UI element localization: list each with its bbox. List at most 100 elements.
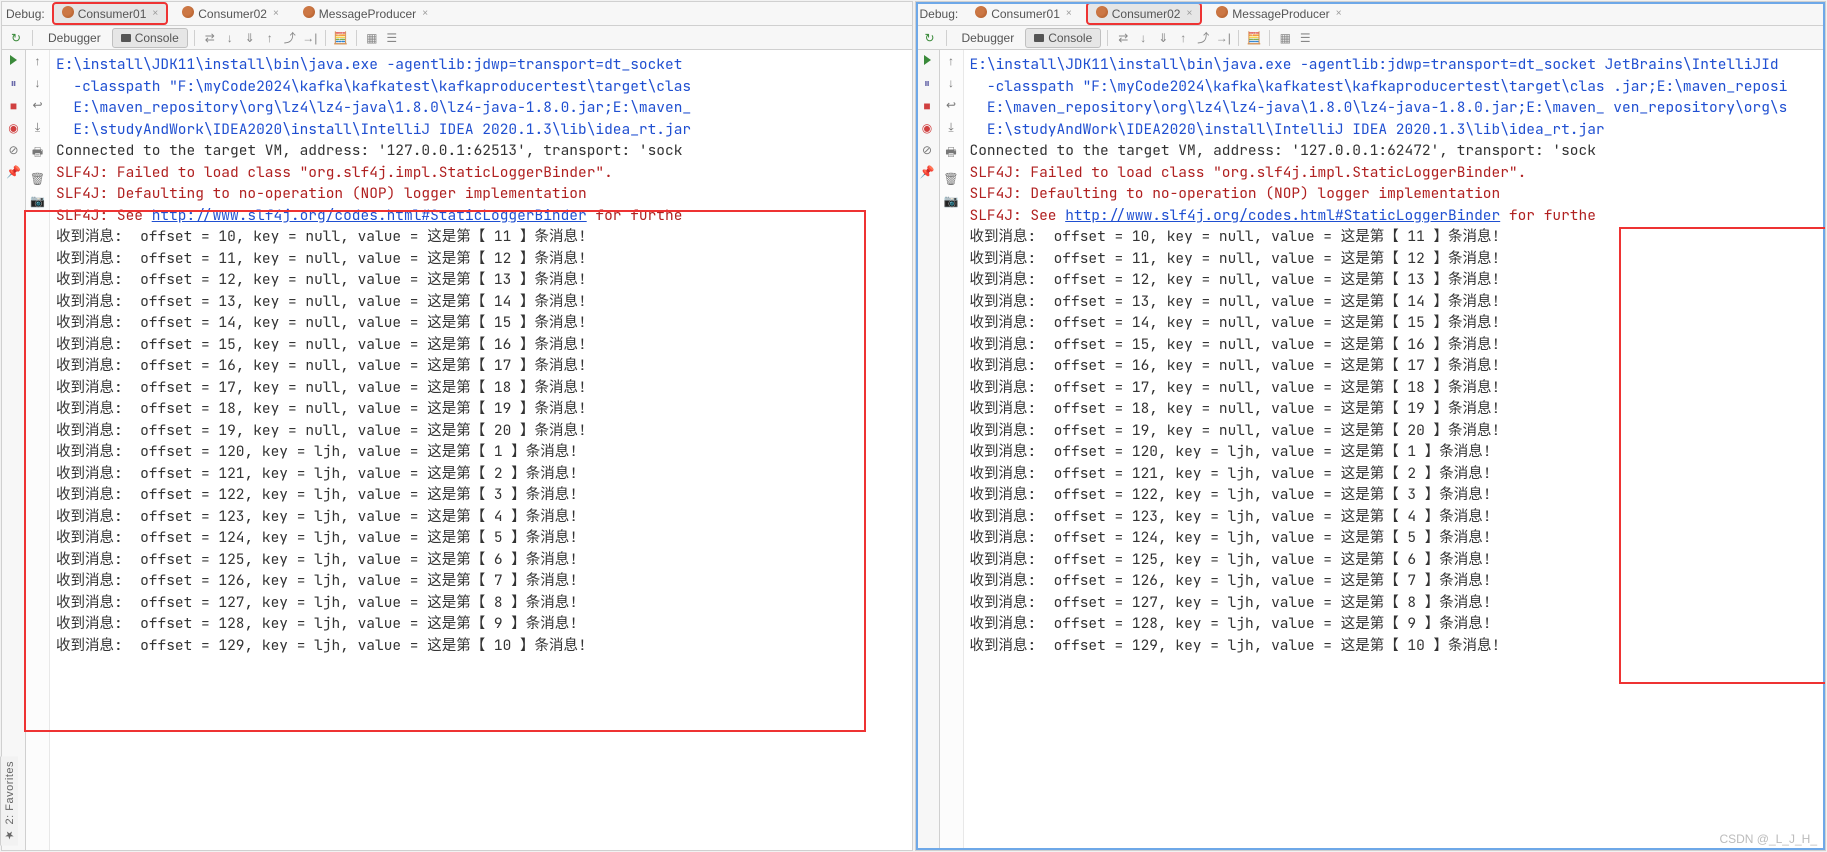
force-step-into-icon[interactable]: ⇓ <box>1154 31 1172 45</box>
force-step-into-icon[interactable]: ⇓ <box>241 31 259 45</box>
step-into-icon[interactable]: ↓ <box>221 31 239 45</box>
soft-wrap-icon[interactable]: ↩ <box>32 98 42 112</box>
debugger-tab-button[interactable]: Debugger <box>953 28 1024 48</box>
run-to-cursor-icon[interactable]: →| <box>301 31 319 45</box>
evaluate-expression-icon[interactable]: 🧮 <box>1245 31 1263 45</box>
resume-icon[interactable] <box>924 54 931 68</box>
pin-icon[interactable]: 📌 <box>920 165 935 179</box>
step-into-icon[interactable]: ↓ <box>1134 31 1152 45</box>
debug-tab-messageproducer[interactable]: MessageProducer × <box>294 3 437 24</box>
stop-icon[interactable]: ■ <box>923 99 930 113</box>
debug-toolbar: ⏸ ■ ◉ ⊘ 📌 <box>916 50 940 850</box>
watermark-label: CSDN @_L_J_H_ <box>1719 832 1817 846</box>
debug-tab-consumer01[interactable]: Consumer01 × <box>966 3 1081 24</box>
console-tab-button[interactable]: Console <box>112 28 188 48</box>
rerun-button[interactable]: ↻ <box>920 31 940 45</box>
pause-icon[interactable]: ⏸ <box>10 76 16 91</box>
debug-tab-label: Consumer02 <box>198 7 267 21</box>
scroll-up-icon[interactable]: ↑ <box>948 54 954 68</box>
console-message-line: 收到消息: offset = 14, key = null, value = 这… <box>970 312 1820 334</box>
clear-icon[interactable]: 🗑 <box>943 172 958 186</box>
view-breakpoints-icon[interactable]: ◉ <box>922 121 932 135</box>
settings-icon[interactable]: ☰ <box>1296 31 1314 45</box>
close-icon[interactable]: × <box>1066 8 1072 19</box>
console-message-line: 收到消息: offset = 121, key = ljh, value = 这… <box>970 463 1820 485</box>
debug-tab-label: Consumer01 <box>78 7 147 21</box>
scroll-down-icon[interactable]: ↓ <box>35 76 41 90</box>
rerun-button[interactable]: ↻ <box>6 31 26 45</box>
close-icon[interactable]: × <box>1186 8 1192 19</box>
clear-icon[interactable]: 🗑 <box>30 172 45 186</box>
step-out-icon[interactable]: ↑ <box>261 31 279 45</box>
java-icon <box>975 6 987 21</box>
step-out-icon[interactable]: ↑ <box>1174 31 1192 45</box>
console-message-line: 收到消息: offset = 17, key = null, value = 这… <box>970 377 1820 399</box>
debug-tab-consumer02[interactable]: Consumer02 × <box>173 3 288 24</box>
debug-pane-left: Debug: Consumer01 × Consumer02 × Message… <box>1 1 913 851</box>
scroll-to-end-icon[interactable]: ⤓ <box>35 120 40 135</box>
close-icon[interactable]: × <box>1336 8 1342 19</box>
close-icon[interactable]: × <box>273 8 279 19</box>
debug-tab-consumer01[interactable]: Consumer01 × <box>53 3 168 24</box>
step-over-icon[interactable]: ⇄ <box>201 31 219 45</box>
resume-icon[interactable] <box>10 54 17 68</box>
console-message-line: 收到消息: offset = 16, key = null, value = 这… <box>970 355 1820 377</box>
layout-icon[interactable]: ▦ <box>363 31 381 45</box>
console-message-line: 收到消息: offset = 13, key = null, value = 这… <box>970 291 1820 313</box>
debug-tab-messageproducer[interactable]: MessageProducer × <box>1207 3 1350 24</box>
separator <box>32 30 33 46</box>
console-message-line: 收到消息: offset = 128, key = ljh, value = 这… <box>970 613 1820 635</box>
drop-frame-icon[interactable]: ⤴ <box>1194 29 1212 46</box>
separator <box>1269 30 1270 46</box>
step-over-icon[interactable]: ⇄ <box>1114 31 1132 45</box>
close-icon[interactable]: × <box>152 8 158 19</box>
print-icon[interactable]: 🖶 <box>32 143 43 164</box>
separator <box>946 30 947 46</box>
print-icon[interactable]: 🖶 <box>945 143 956 164</box>
soft-wrap-icon[interactable]: ↩ <box>946 98 956 112</box>
console-message-line: 收到消息: offset = 12, key = null, value = 这… <box>970 269 1820 291</box>
console-message-line: 收到消息: offset = 124, key = ljh, value = 这… <box>56 527 906 549</box>
debug-tab-label: MessageProducer <box>319 7 416 21</box>
debugger-sub-bar: ↻ Debugger Console ⇄ ↓ ⇓ ↑ ⤴ →| 🧮 ▦ ☰ <box>2 26 912 50</box>
pause-icon[interactable]: ⏸ <box>924 76 930 91</box>
scroll-up-icon[interactable]: ↑ <box>35 54 41 68</box>
view-breakpoints-icon[interactable]: ◉ <box>8 121 18 135</box>
drop-frame-icon[interactable]: ⤴ <box>281 29 299 46</box>
layout-icon[interactable]: ▦ <box>1276 31 1294 45</box>
console-message-line: 收到消息: offset = 127, key = ljh, value = 这… <box>970 592 1820 614</box>
evaluate-expression-icon[interactable]: 🧮 <box>332 31 350 45</box>
console-message-line: 收到消息: offset = 122, key = ljh, value = 这… <box>56 484 906 506</box>
settings-icon[interactable]: ☰ <box>383 31 401 45</box>
debugger-tab-button[interactable]: Debugger <box>39 28 110 48</box>
scroll-down-icon[interactable]: ↓ <box>948 76 954 90</box>
java-icon <box>1096 6 1108 21</box>
mute-breakpoints-icon[interactable]: ⊘ <box>8 143 18 157</box>
console-message-line: 收到消息: offset = 14, key = null, value = 这… <box>56 312 906 334</box>
favorites-toolwindow-button[interactable]: ★ 2: Favorites <box>0 757 18 846</box>
mute-breakpoints-icon[interactable]: ⊘ <box>922 143 932 157</box>
camera-icon[interactable]: 📷 <box>30 194 45 208</box>
console-message-line: 收到消息: offset = 19, key = null, value = 这… <box>56 420 906 442</box>
pin-icon[interactable]: 📌 <box>6 165 21 179</box>
debug-tab-label: MessageProducer <box>1232 7 1329 21</box>
pane-body: ⏸ ■ ◉ ⊘ 📌 ↑ ↓ ↩ ⤓ 🖶 🗑 📷 E:\install\JDK11… <box>2 50 912 850</box>
console-message-line: 收到消息: offset = 123, key = ljh, value = 这… <box>970 506 1820 528</box>
separator <box>325 30 326 46</box>
camera-icon[interactable]: 📷 <box>944 194 959 208</box>
stop-icon[interactable]: ■ <box>10 99 17 113</box>
console-message-line: 收到消息: offset = 126, key = ljh, value = 这… <box>56 570 906 592</box>
console-message-line: 收到消息: offset = 124, key = ljh, value = 这… <box>970 527 1820 549</box>
console-message-line: 收到消息: offset = 129, key = ljh, value = 这… <box>56 635 906 657</box>
console-tab-button[interactable]: Console <box>1025 28 1101 48</box>
debug-toolbar: ⏸ ■ ◉ ⊘ 📌 <box>2 50 26 850</box>
separator <box>194 30 195 46</box>
scroll-to-end-icon[interactable]: ⤓ <box>948 120 953 135</box>
java-icon <box>182 6 194 21</box>
console-output[interactable]: E:\install\JDK11\install\bin\java.exe -a… <box>50 50 912 850</box>
close-icon[interactable]: × <box>422 8 428 19</box>
console-message-line: 收到消息: offset = 15, key = null, value = 这… <box>970 334 1820 356</box>
console-output[interactable]: E:\install\JDK11\install\bin\java.exe -a… <box>964 50 1826 850</box>
run-to-cursor-icon[interactable]: →| <box>1214 31 1232 45</box>
debug-tab-consumer02[interactable]: Consumer02 × <box>1087 3 1202 24</box>
